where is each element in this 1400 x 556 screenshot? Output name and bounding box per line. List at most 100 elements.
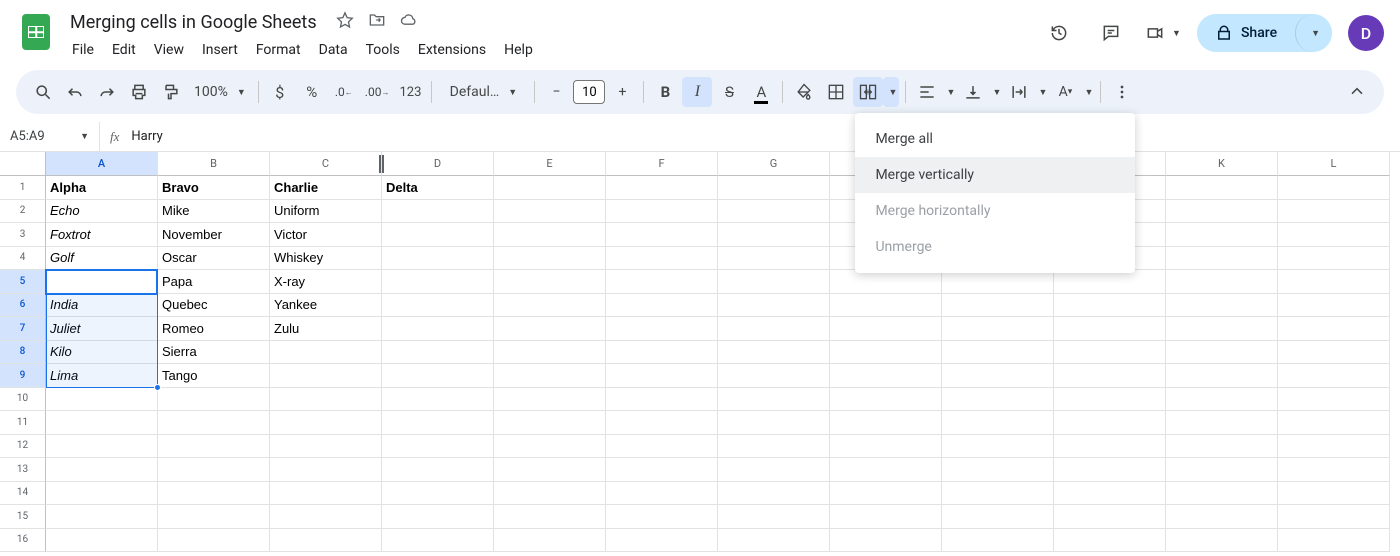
cell-F8[interactable] <box>606 341 718 365</box>
row-header-4[interactable]: 4 <box>0 247 46 271</box>
cell-L14[interactable] <box>1278 482 1390 506</box>
cell-K12[interactable] <box>1166 435 1278 459</box>
borders-button[interactable] <box>821 77 851 107</box>
cell-L6[interactable] <box>1278 294 1390 318</box>
cell-B9[interactable]: Tango <box>158 364 270 388</box>
cell-E15[interactable] <box>494 505 606 529</box>
cell-F13[interactable] <box>606 458 718 482</box>
italic-button[interactable]: I <box>682 77 712 107</box>
cell-F1[interactable] <box>606 176 718 200</box>
cell-J11[interactable] <box>1054 411 1166 435</box>
cell-F14[interactable] <box>606 482 718 506</box>
cell-L1[interactable] <box>1278 176 1390 200</box>
cell-I8[interactable] <box>942 341 1054 365</box>
cell-E9[interactable] <box>494 364 606 388</box>
cell-F10[interactable] <box>606 388 718 412</box>
cell-K13[interactable] <box>1166 458 1278 482</box>
cell-G5[interactable] <box>718 270 830 294</box>
cell-G11[interactable] <box>718 411 830 435</box>
print-icon[interactable] <box>124 77 154 107</box>
cell-E1[interactable] <box>494 176 606 200</box>
row-header-7[interactable]: 7 <box>0 317 46 341</box>
cell-H6[interactable] <box>830 294 942 318</box>
decrease-decimal-icon[interactable]: .0← <box>329 77 359 107</box>
move-folder-icon[interactable] <box>367 10 387 35</box>
cell-L8[interactable] <box>1278 341 1390 365</box>
cell-E8[interactable] <box>494 341 606 365</box>
cell-J12[interactable] <box>1054 435 1166 459</box>
cell-J6[interactable] <box>1054 294 1166 318</box>
cell-I12[interactable] <box>942 435 1054 459</box>
cell-K15[interactable] <box>1166 505 1278 529</box>
cell-H12[interactable] <box>830 435 942 459</box>
cell-B6[interactable]: Quebec <box>158 294 270 318</box>
cell-F7[interactable] <box>606 317 718 341</box>
share-button[interactable]: Share <box>1197 14 1295 52</box>
merge-all-item[interactable]: Merge all <box>855 121 1135 157</box>
column-header-F[interactable]: F <box>606 152 718 176</box>
row-header-2[interactable]: 2 <box>0 200 46 224</box>
cell-D3[interactable] <box>382 223 494 247</box>
cell-L9[interactable] <box>1278 364 1390 388</box>
cell-F9[interactable] <box>606 364 718 388</box>
cell-D7[interactable] <box>382 317 494 341</box>
cell-D5[interactable] <box>382 270 494 294</box>
cell-I16[interactable] <box>942 529 1054 553</box>
select-all-corner[interactable] <box>0 152 46 176</box>
cell-E13[interactable] <box>494 458 606 482</box>
cell-B5[interactable]: Papa <box>158 270 270 294</box>
cell-K1[interactable] <box>1166 176 1278 200</box>
row-header-6[interactable]: 6 <box>0 294 46 318</box>
cell-K11[interactable] <box>1166 411 1278 435</box>
cell-H9[interactable] <box>830 364 942 388</box>
cell-E4[interactable] <box>494 247 606 271</box>
cell-F16[interactable] <box>606 529 718 553</box>
cell-I10[interactable] <box>942 388 1054 412</box>
text-wrap-dropdown[interactable]: ▼ <box>1034 77 1048 107</box>
cell-A8[interactable]: Kilo <box>46 341 158 365</box>
cell-D11[interactable] <box>382 411 494 435</box>
cell-J16[interactable] <box>1054 529 1166 553</box>
redo-icon[interactable] <box>92 77 122 107</box>
row-header-15[interactable]: 15 <box>0 505 46 529</box>
star-icon[interactable] <box>335 10 355 35</box>
cell-K2[interactable] <box>1166 200 1278 224</box>
cell-A16[interactable] <box>46 529 158 553</box>
cell-A15[interactable] <box>46 505 158 529</box>
strikethrough-button[interactable]: S <box>714 77 744 107</box>
column-header-G[interactable]: G <box>718 152 830 176</box>
text-rotation-dropdown[interactable]: ▼ <box>1080 77 1094 107</box>
cell-B10[interactable] <box>158 388 270 412</box>
increase-font-size[interactable]: + <box>607 77 637 107</box>
menu-extensions[interactable]: Extensions <box>410 38 494 62</box>
cell-B3[interactable]: November <box>158 223 270 247</box>
cell-E10[interactable] <box>494 388 606 412</box>
cell-J15[interactable] <box>1054 505 1166 529</box>
increase-decimal-icon[interactable]: .00→ <box>361 77 394 107</box>
menu-edit[interactable]: Edit <box>104 38 144 62</box>
cell-J9[interactable] <box>1054 364 1166 388</box>
cell-B16[interactable] <box>158 529 270 553</box>
cell-G14[interactable] <box>718 482 830 506</box>
cell-A5[interactable]: Harry <box>46 270 158 294</box>
cell-B11[interactable] <box>158 411 270 435</box>
cell-E12[interactable] <box>494 435 606 459</box>
cell-F12[interactable] <box>606 435 718 459</box>
formula-input[interactable]: Harry <box>131 129 162 144</box>
cell-F3[interactable] <box>606 223 718 247</box>
cell-C1[interactable]: Charlie <box>270 176 382 200</box>
cell-A12[interactable] <box>46 435 158 459</box>
cell-H11[interactable] <box>830 411 942 435</box>
cell-C10[interactable] <box>270 388 382 412</box>
cell-E6[interactable] <box>494 294 606 318</box>
cell-L4[interactable] <box>1278 247 1390 271</box>
cell-E16[interactable] <box>494 529 606 553</box>
cell-H5[interactable] <box>830 270 942 294</box>
row-header-14[interactable]: 14 <box>0 482 46 506</box>
cell-B7[interactable]: Romeo <box>158 317 270 341</box>
row-header-13[interactable]: 13 <box>0 458 46 482</box>
text-wrap-button[interactable] <box>1004 77 1034 107</box>
cell-B8[interactable]: Sierra <box>158 341 270 365</box>
cell-C7[interactable]: Zulu <box>270 317 382 341</box>
cell-L13[interactable] <box>1278 458 1390 482</box>
